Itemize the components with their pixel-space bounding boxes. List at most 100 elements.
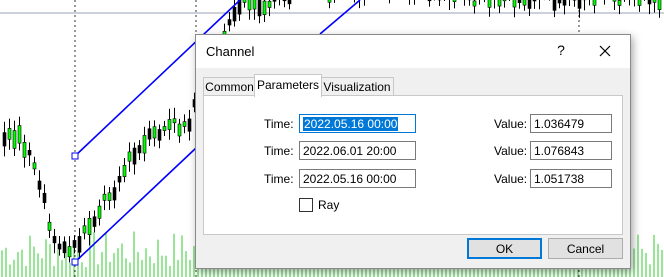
candle-body xyxy=(272,0,277,2)
candle-body xyxy=(147,128,152,140)
time-field-1-text: 2022.05.16 00:00 xyxy=(303,117,399,131)
candle-body xyxy=(57,243,62,250)
channel-lower-line xyxy=(74,147,197,263)
time-field-1[interactable]: 2022.05.16 00:00 xyxy=(299,114,416,133)
value-field-1[interactable]: 1.036479 xyxy=(530,114,612,133)
candle-body xyxy=(532,0,537,2)
time-label-1: Time: xyxy=(264,117,294,131)
candle-body xyxy=(287,0,292,5)
candle-body xyxy=(612,0,617,2)
tab-common[interactable]: Common xyxy=(203,77,256,96)
candle-body xyxy=(157,129,162,141)
value-field-2[interactable]: 1.076843 xyxy=(530,141,612,160)
candle-body xyxy=(142,135,147,154)
candle-body xyxy=(452,0,457,2)
candle-body xyxy=(487,0,492,8)
candle-body xyxy=(512,0,517,8)
parameters-panel: Time: 2022.05.16 00:00 Value: 1.036479 T… xyxy=(203,95,623,235)
candle-body xyxy=(127,151,132,162)
candle-body xyxy=(182,121,187,127)
value-field-3[interactable]: 1.051738 xyxy=(530,169,612,188)
candle-body xyxy=(122,165,127,177)
candle-body xyxy=(137,145,142,154)
candle-body xyxy=(82,225,87,234)
channel-dialog: Channel ? Common Parameters Visualizatio… xyxy=(195,34,631,269)
time-label-2: Time: xyxy=(264,144,294,158)
candle-body xyxy=(7,128,12,140)
candle-body xyxy=(117,176,122,183)
time-field-3[interactable]: 2022.05.16 00:00 xyxy=(299,169,416,188)
candle-body xyxy=(167,119,172,130)
channel-lower-line-continued xyxy=(319,0,361,35)
candle-body xyxy=(162,126,167,131)
candle-body xyxy=(92,216,97,227)
candle-body xyxy=(97,205,102,219)
channel-anchor-point xyxy=(71,258,79,266)
tab-parameters[interactable]: Parameters xyxy=(254,74,322,97)
candle-body xyxy=(637,0,642,6)
value-label-1: Value: xyxy=(494,117,528,131)
candle-body xyxy=(2,132,7,147)
candle-body xyxy=(87,217,92,236)
time-field-2[interactable]: 2022.06.01 20:00 xyxy=(299,141,416,160)
candle-body xyxy=(257,0,262,17)
help-button[interactable]: ? xyxy=(553,42,569,58)
candle-body xyxy=(42,192,47,203)
candle-body xyxy=(282,0,287,2)
candle-body xyxy=(112,187,117,201)
candle-body xyxy=(232,7,237,22)
candle-body xyxy=(152,126,157,139)
candle-body xyxy=(497,0,502,7)
dialog-title: Channel xyxy=(206,44,255,59)
candle-body xyxy=(172,118,177,124)
candle-body xyxy=(552,0,557,11)
candle-body xyxy=(592,0,597,6)
value-label-2: Value: xyxy=(494,144,528,158)
candle-body xyxy=(27,149,32,156)
candle-body xyxy=(77,236,82,253)
time-label-3: Time: xyxy=(264,172,294,186)
candle-body xyxy=(227,19,232,26)
candle-body xyxy=(267,0,272,8)
candle-body xyxy=(22,142,27,158)
candle-body xyxy=(187,118,192,132)
candle-body xyxy=(37,180,42,190)
candle-body xyxy=(107,192,112,201)
candle-body xyxy=(262,0,267,16)
candle-body xyxy=(177,123,182,137)
candle-body xyxy=(647,0,652,5)
candle-body xyxy=(132,147,137,165)
candle-body xyxy=(577,0,582,9)
tab-visualization[interactable]: Visualization xyxy=(320,77,394,96)
cancel-button[interactable]: Cancel xyxy=(548,238,623,259)
candle-body xyxy=(102,193,107,201)
candle-body xyxy=(652,0,657,3)
candle-body xyxy=(527,0,532,9)
candle-body xyxy=(17,125,22,144)
candle-body xyxy=(12,130,17,149)
candle-body xyxy=(562,0,567,6)
candle-body xyxy=(427,0,432,2)
close-icon[interactable] xyxy=(594,41,616,61)
candle-body xyxy=(472,0,477,7)
channel-anchor-point xyxy=(71,152,79,160)
ray-checkbox[interactable] xyxy=(299,198,313,212)
candle-body xyxy=(657,0,662,10)
candle-body xyxy=(47,221,52,231)
candle-body xyxy=(517,0,522,3)
candle-body xyxy=(252,0,257,10)
candle-body xyxy=(557,0,562,4)
candle-body xyxy=(242,0,247,3)
candle-body xyxy=(522,0,527,6)
candle-body xyxy=(327,0,332,3)
ok-button[interactable]: OK xyxy=(467,238,542,259)
dialog-titlebar: Channel ? xyxy=(196,35,630,68)
candle-body xyxy=(52,236,57,244)
ray-label[interactable]: Ray xyxy=(318,198,339,212)
candle-body xyxy=(67,246,72,258)
value-label-3: Value: xyxy=(494,172,528,186)
candle-body xyxy=(247,0,252,11)
candle-body xyxy=(617,0,622,6)
candle-body xyxy=(502,0,507,2)
candle-body xyxy=(62,241,67,254)
